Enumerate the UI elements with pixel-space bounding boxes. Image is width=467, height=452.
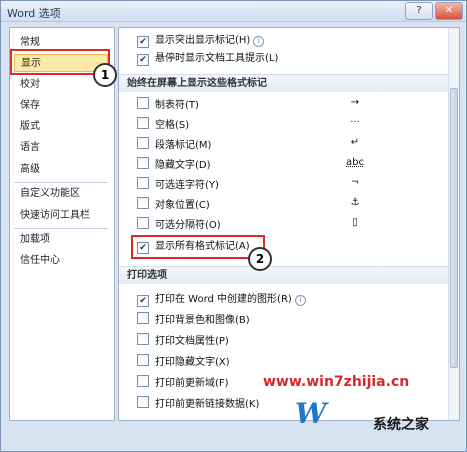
window-title: Word 选项 <box>7 7 61 20</box>
checkbox-checked[interactable]: ✔ <box>137 36 149 48</box>
callout-number-2: 2 <box>248 247 272 271</box>
word-options-dialog: Word 选项 ? ✕ 常规 显示 校对 保存 版式 语言 高级 自定义功能区 … <box>0 0 467 452</box>
help-button[interactable]: ? <box>405 2 433 20</box>
option-print-drawings[interactable]: ✔ 打印在 Word 中创建的图形(R) i <box>137 291 306 308</box>
display-options-panel: ✔ 显示突出显示标记(H) i ✔ 悬停时显示文档工具提示(L) 始终在屏幕上显示这些… <box>118 27 460 421</box>
scrollbar-thumb[interactable] <box>450 88 458 368</box>
info-icon: i <box>253 36 265 47</box>
option-tab-characters[interactable]: 制表符(T) <box>137 97 199 114</box>
callout-highlight-show-all-marks <box>131 235 265 259</box>
sidebar-item-trust-center[interactable]: 信任中心 <box>14 252 108 270</box>
checkbox-unchecked[interactable] <box>137 117 149 129</box>
section-format-marks-header: 始终在屏幕上显示这些格式标记 <box>119 74 459 92</box>
checkbox-unchecked[interactable] <box>137 177 149 189</box>
option-optional-hyphens[interactable]: 可选连字符(Y) <box>137 177 219 194</box>
watermark-url: www.win7zhijia.cn <box>263 374 410 390</box>
close-button[interactable]: ✕ <box>435 2 463 20</box>
option-optional-breaks[interactable]: 可选分隔符(O) <box>137 217 221 234</box>
option-show-highlighter[interactable]: ✔ 显示突出显示标记(H) i <box>137 32 265 49</box>
sidebar: 常规 显示 校对 保存 版式 语言 高级 自定义功能区 快速访问工具栏 加载项 … <box>9 27 115 421</box>
space-mark-icon: ··· <box>350 117 360 128</box>
checkbox-unchecked[interactable] <box>137 375 149 387</box>
option-hidden-text[interactable]: 隐藏文字(D) <box>137 157 211 174</box>
sidebar-item-quick-access-toolbar[interactable]: 快速访问工具栏 <box>14 207 108 225</box>
checkbox-unchecked[interactable] <box>137 312 149 324</box>
checkbox-unchecked[interactable] <box>137 137 149 149</box>
option-paragraph-marks[interactable]: 段落标记(M) <box>137 137 211 154</box>
anchor-icon: ⚓ <box>350 197 360 208</box>
watermark-logo-icon: W <box>295 397 327 430</box>
option-spaces[interactable]: 空格(S) <box>137 117 189 134</box>
sidebar-item-advanced[interactable]: 高级 <box>14 161 108 179</box>
optional-hyphen-mark-icon: ¬ <box>350 177 360 188</box>
option-print-hidden-text[interactable]: 打印隐藏文字(X) <box>137 354 230 371</box>
info-icon: i <box>294 295 306 306</box>
title-bar: Word 选项 ? ✕ <box>1 1 466 22</box>
section-print-options-header: 打印选项 <box>119 266 459 284</box>
option-object-anchors[interactable]: 对象位置(C) <box>137 197 210 214</box>
watermark-logo-text: 系统之家 <box>373 417 429 433</box>
option-print-document-properties[interactable]: 打印文档属性(P) <box>137 333 229 350</box>
paragraph-mark-icon: ↵ <box>350 137 360 148</box>
checkbox-unchecked[interactable] <box>137 217 149 229</box>
sidebar-item-layout[interactable]: 版式 <box>14 118 108 136</box>
sidebar-divider <box>14 228 108 229</box>
checkbox-unchecked[interactable] <box>137 333 149 345</box>
checkbox-unchecked[interactable] <box>137 97 149 109</box>
checkbox-unchecked[interactable] <box>137 197 149 209</box>
sidebar-item-customize-ribbon[interactable]: 自定义功能区 <box>14 185 108 203</box>
option-update-fields[interactable]: 打印前更新域(F) <box>137 375 229 392</box>
checkbox-unchecked[interactable] <box>137 354 149 366</box>
checkbox-checked[interactable]: ✔ <box>137 295 149 307</box>
tab-mark-icon: → <box>350 97 360 108</box>
checkbox-checked[interactable]: ✔ <box>137 54 149 66</box>
sidebar-divider <box>14 182 108 183</box>
hidden-text-mark-icon: abc <box>346 157 364 168</box>
sidebar-item-save[interactable]: 保存 <box>14 97 108 115</box>
vertical-scrollbar[interactable] <box>448 28 459 420</box>
checkbox-unchecked[interactable] <box>137 396 149 408</box>
option-print-background[interactable]: 打印背景色和图像(B) <box>137 312 250 329</box>
callout-number-1: 1 <box>93 63 117 87</box>
sidebar-item-language[interactable]: 语言 <box>14 139 108 157</box>
checkbox-unchecked[interactable] <box>137 157 149 169</box>
option-show-tooltips[interactable]: ✔ 悬停时显示文档工具提示(L) <box>137 50 278 67</box>
option-update-linked-data[interactable]: 打印前更新链接数据(K) <box>137 396 259 413</box>
sidebar-item-addins[interactable]: 加载项 <box>14 231 108 249</box>
optional-break-mark-icon: ▯ <box>352 217 358 228</box>
